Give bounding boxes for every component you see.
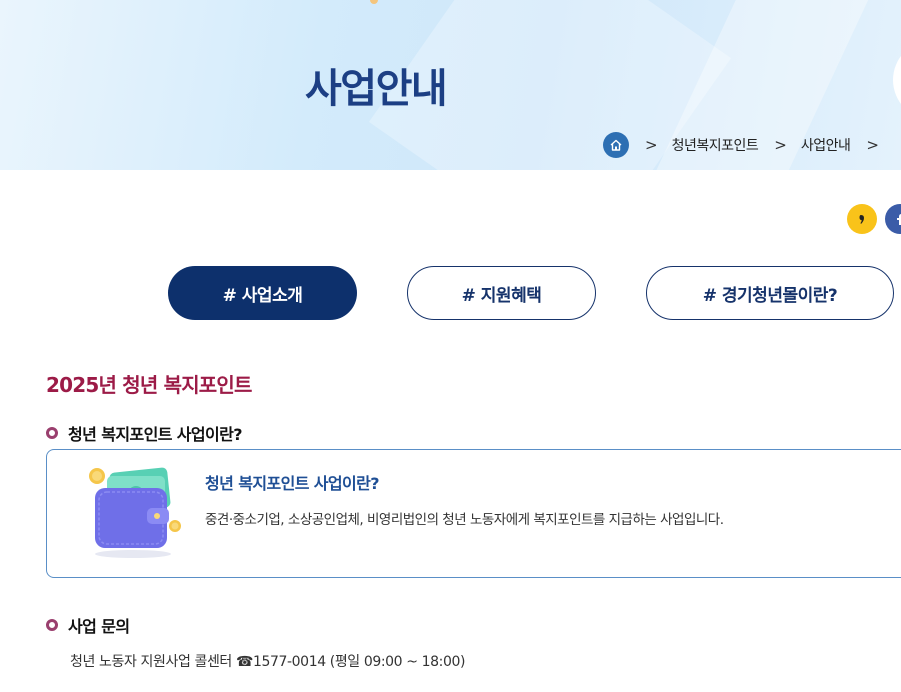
about-box-description: 중견·중소기업, 소상공인업체, 비영리법인의 청년 노동자에게 복지포인트를 … [205, 512, 724, 528]
about-heading: 청년 복지포인트 사업이란? [46, 421, 243, 445]
inquiry-contact-text: 청년 노동자 지원사업 콜센터 ☎1577-0014 (평일 09:00 ~ 1… [70, 654, 466, 670]
bullet-icon [46, 619, 58, 631]
facebook-share-icon[interactable] [885, 204, 901, 234]
page-title: 사업안내 [305, 66, 448, 112]
breadcrumb-separator: > [774, 136, 787, 154]
tab-gyeonggi-youth-mall[interactable]: # 경기청년몰이란? [646, 266, 894, 320]
tab-support-benefits[interactable]: # 지원혜택 [407, 266, 596, 320]
bullet-icon [46, 427, 58, 439]
tab-business-intro[interactable]: # 사업소개 [168, 266, 357, 320]
breadcrumb-separator: > [645, 136, 658, 154]
about-box-title: 청년 복지포인트 사업이란? [205, 474, 380, 493]
hero-decoration [893, 40, 901, 120]
wallet-illustration [89, 467, 181, 558]
inquiry-heading: 사업 문의 [46, 613, 130, 637]
hero-decoration [370, 0, 378, 4]
inquiry-heading-text: 사업 문의 [68, 617, 130, 636]
breadcrumb-separator: > [866, 136, 879, 154]
breadcrumb: > 청년복지포인트 > 사업안내 > [603, 131, 893, 159]
breadcrumb-item-business-info[interactable]: 사업안내 [801, 135, 851, 155]
about-info-box: 청년 복지포인트 사업이란? 중견·중소기업, 소상공인업체, 비영리법인의 청… [46, 449, 901, 578]
breadcrumb-item-welfare-point[interactable]: 청년복지포인트 [672, 135, 759, 155]
section-title: 2025년 청년 복지포인트 [46, 373, 252, 397]
kakao-share-icon[interactable] [847, 204, 877, 234]
about-heading-text: 청년 복지포인트 사업이란? [68, 425, 243, 444]
home-icon[interactable] [603, 132, 629, 158]
